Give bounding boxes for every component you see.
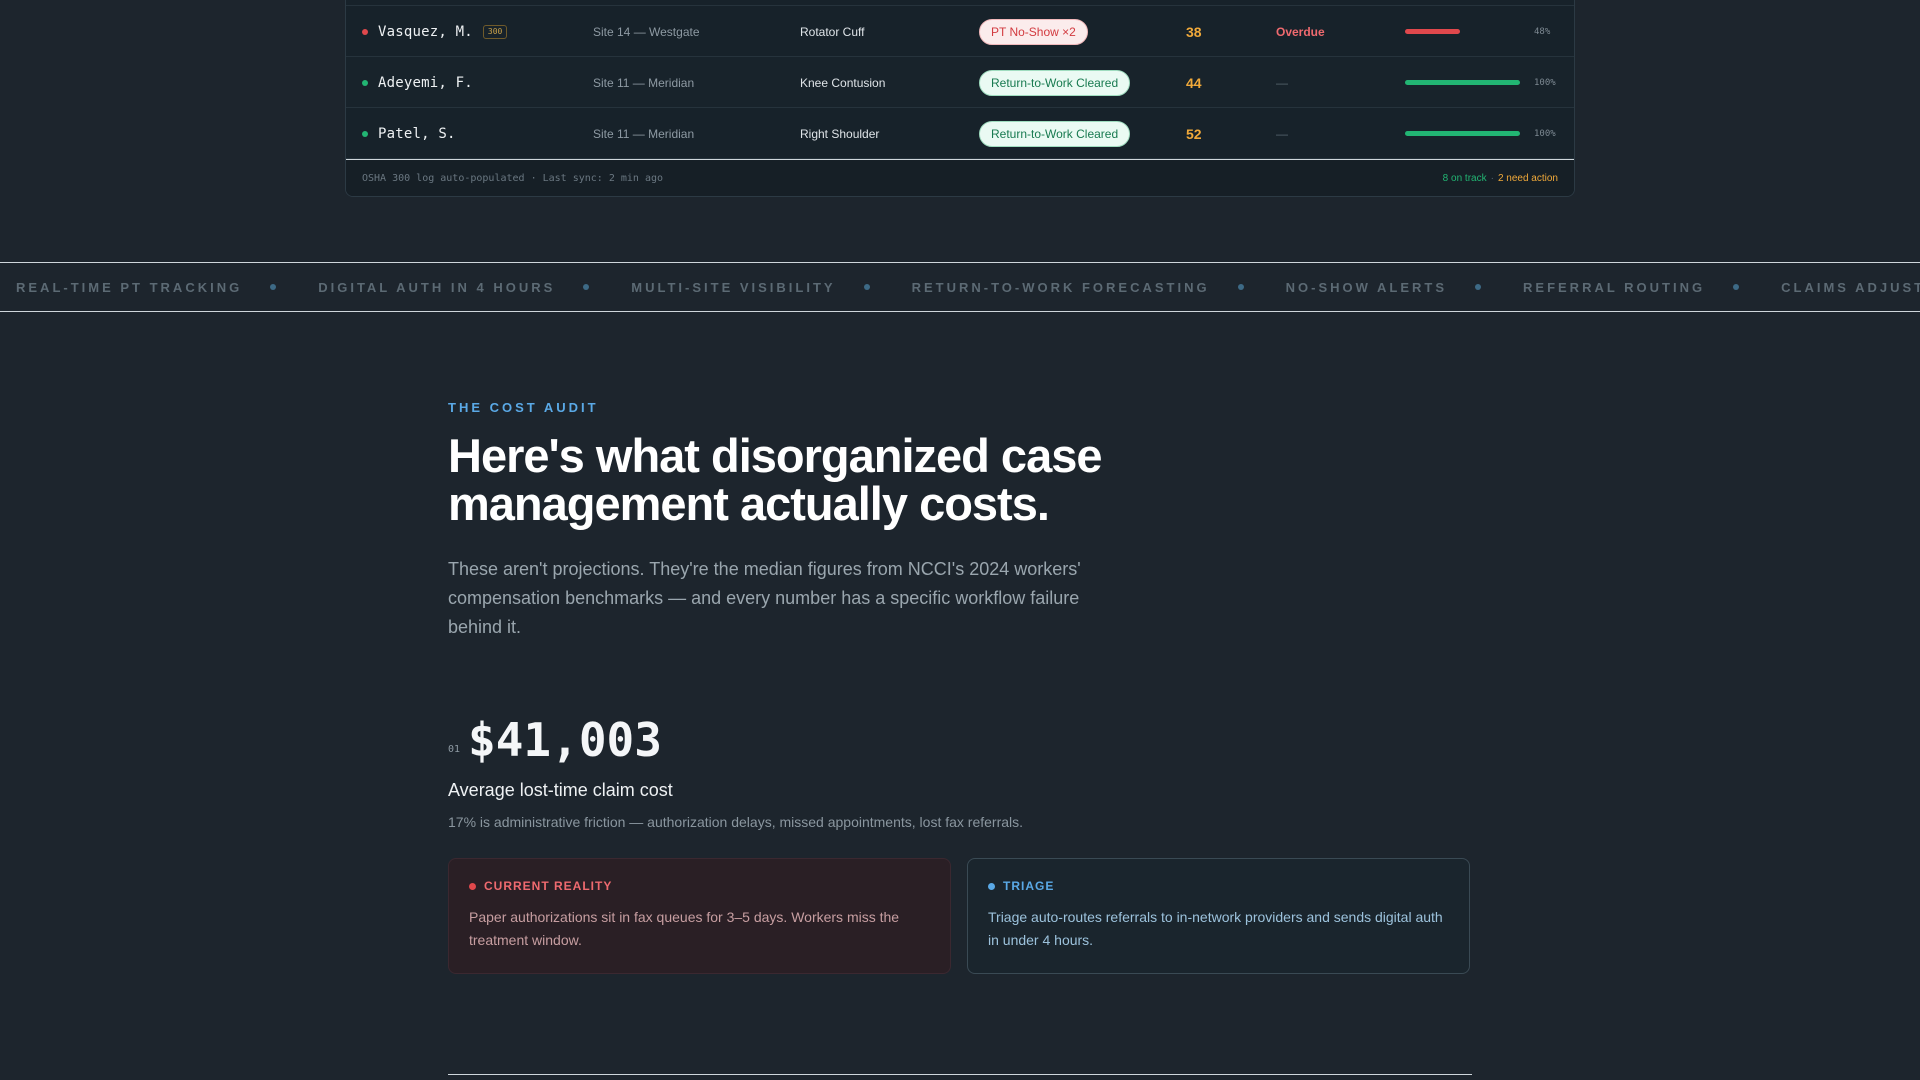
section-lede: These aren't projections. They're the me… xyxy=(448,559,1081,637)
feature-ticker: REAL-TIME PT TRACKING DIGITAL AUTH IN 4 … xyxy=(0,262,1920,312)
status-dot-icon xyxy=(362,130,368,137)
day-count: 52 xyxy=(1186,125,1202,142)
flag-empty: — xyxy=(1276,126,1288,141)
card-body: Paper authorizations sit in fax queues f… xyxy=(469,909,900,948)
progress-fill xyxy=(1405,29,1461,34)
bullet-icon xyxy=(583,284,590,290)
progress-bar xyxy=(1405,131,1520,136)
stat-title: Average lost-time claim cost xyxy=(448,780,673,800)
bullet-icon xyxy=(270,284,277,290)
summary-counts: 8 on track · 2 need action xyxy=(1443,173,1558,184)
bullet-icon xyxy=(1237,284,1244,290)
overdue-flag: Overdue xyxy=(1276,24,1325,39)
stat-index: 01 xyxy=(448,744,461,755)
status-dot-icon xyxy=(362,28,368,35)
blue-dot-icon xyxy=(988,882,995,890)
osha-tag: 300 xyxy=(482,24,508,39)
progress-bar xyxy=(1405,29,1520,34)
separator: · xyxy=(1490,173,1494,184)
status-dot-icon xyxy=(362,79,368,86)
sync-status: OSHA 300 log auto-populated · Last sync:… xyxy=(362,173,664,184)
ticker-item: DIGITAL AUTH IN 4 HOURS xyxy=(318,280,631,295)
progress-percent: 100% xyxy=(1534,77,1556,88)
progress-fill xyxy=(1405,131,1520,136)
status-badge: Return-to-Work Cleared xyxy=(979,69,1131,96)
status-badge: Return-to-Work Cleared xyxy=(979,120,1131,147)
section-eyebrow: THE COST AUDIT xyxy=(448,400,599,415)
ticker-track: REAL-TIME PT TRACKING DIGITAL AUTH IN 4 … xyxy=(0,280,1920,295)
site-name: Site 14 — Westgate xyxy=(593,24,700,39)
bullet-icon xyxy=(1733,284,1740,290)
progress-percent: 48% xyxy=(1534,26,1551,37)
injury-type: Rotator Cuff xyxy=(800,24,865,39)
on-track-count: 8 on track xyxy=(1442,173,1487,184)
ticker-item: REFERRAL ROUTING xyxy=(1523,280,1781,295)
day-count: 38 xyxy=(1186,23,1202,40)
patient-name: Vasquez, M. xyxy=(378,23,473,40)
flag-empty: — xyxy=(1276,75,1288,90)
injury-type: Right Shoulder xyxy=(800,126,880,141)
section-headline: Here's what disorganized case management… xyxy=(448,429,1103,530)
cost-audit-section: THE COST AUDIT Here's what disorganized … xyxy=(448,400,1472,974)
stat-row: 01 $41,003 xyxy=(448,717,1472,763)
current-reality-card: CURRENT REALITY Paper authorizations sit… xyxy=(448,858,951,974)
bullet-icon xyxy=(863,284,870,290)
table-row[interactable]: Vasquez, M. 300 Site 14 — Westgate Rotat… xyxy=(346,6,1574,57)
card-body: Triage auto-routes referrals to in-netwo… xyxy=(988,909,1443,948)
ticker-item: NO-SHOW ALERTS xyxy=(1286,280,1523,295)
stat-value: $41,003 xyxy=(468,713,662,767)
ticker-item: REAL-TIME PT TRACKING xyxy=(16,280,318,295)
site-name: Site 11 — Meridian xyxy=(593,75,695,90)
card-label: TRIAGE xyxy=(1003,879,1055,893)
progress-percent: 100% xyxy=(1534,128,1556,139)
ticker-item: CLAIMS ADJUSTER PORTAL xyxy=(1781,279,1920,295)
table-footer: OSHA 300 log auto-populated · Last sync:… xyxy=(346,159,1574,196)
triage-card: TRIAGE Triage auto-routes referrals to i… xyxy=(967,858,1470,974)
table-row[interactable]: Adeyemi, F. Site 11 — Meridian Knee Cont… xyxy=(346,57,1574,108)
table-row[interactable]: Patel, S. Site 11 — Meridian Right Shoul… xyxy=(346,108,1574,159)
bullet-icon xyxy=(1475,284,1482,290)
injury-type: Knee Contusion xyxy=(800,75,886,90)
ticker-item: MULTI-SITE VISIBILITY xyxy=(631,280,911,295)
section-divider xyxy=(448,1074,1472,1075)
stat-subtitle: 17% is administrative friction — authori… xyxy=(448,814,1024,830)
comparison-cards: CURRENT REALITY Paper authorizations sit… xyxy=(448,858,1472,974)
patient-name: Adeyemi, F. xyxy=(378,74,473,91)
progress-fill xyxy=(1405,80,1520,85)
site-name: Site 11 — Meridian xyxy=(593,126,695,141)
card-label: CURRENT REALITY xyxy=(484,879,613,893)
need-action-count: 2 need action xyxy=(1497,173,1558,184)
status-badge: PT No-Show ×2 xyxy=(979,18,1088,45)
case-table-panel: Vasquez, M. 300 Site 14 — Westgate Rotat… xyxy=(345,0,1575,197)
progress-bar xyxy=(1405,80,1520,85)
day-count: 44 xyxy=(1186,74,1202,91)
red-dot-icon xyxy=(469,882,476,890)
ticker-item: RETURN-TO-WORK FORECASTING xyxy=(912,280,1286,295)
patient-name: Patel, S. xyxy=(378,125,456,142)
